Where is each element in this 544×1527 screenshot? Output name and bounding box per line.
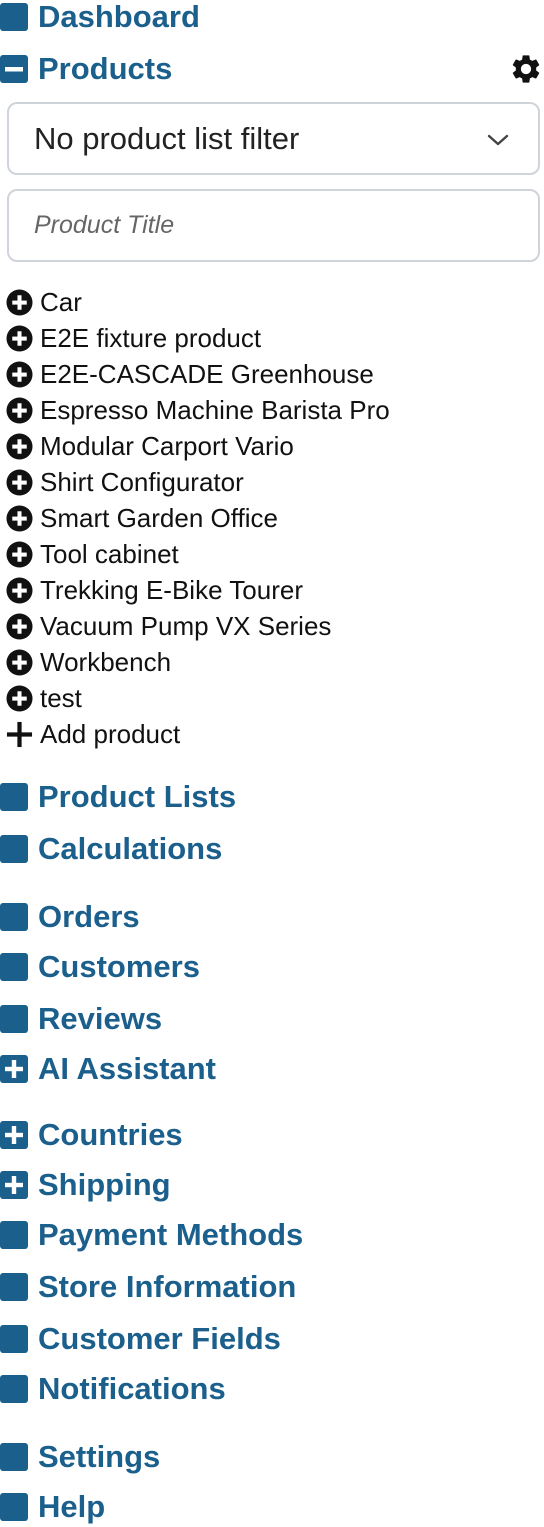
add-product-label: Add product: [40, 719, 181, 749]
nav-label-shipping: Shipping: [38, 1167, 171, 1202]
product-list-filter-select[interactable]: No product list filter: [7, 102, 540, 175]
nav-item-reviews[interactable]: Reviews: [0, 999, 162, 1039]
product-title-input[interactable]: [7, 189, 540, 262]
nav-label-calculations: Calculations: [38, 831, 223, 866]
product-label: Trekking E-Bike Tourer: [40, 575, 303, 605]
nav-item-dashboard[interactable]: Dashboard: [0, 0, 200, 37]
plus-circle-icon: [6, 324, 33, 352]
nav-item-orders[interactable]: Orders: [0, 897, 140, 937]
product-list: Car E2E fixture product E2E-CASCADE Gree…: [6, 284, 390, 716]
nav-item-countries[interactable]: Countries: [0, 1115, 183, 1155]
square-icon: [0, 1375, 28, 1403]
plus-circle-icon: [6, 432, 33, 460]
square-icon: [0, 1493, 28, 1521]
nav-item-help[interactable]: Help: [0, 1487, 105, 1527]
nav-label-store-information: Store Information: [38, 1269, 297, 1304]
plus-circle-icon: [6, 648, 33, 676]
product-item-modular-carport[interactable]: Modular Carport Vario: [6, 428, 390, 464]
plus-icon: [6, 721, 33, 747]
nav-item-customer-fields[interactable]: Customer Fields: [0, 1319, 281, 1359]
square-icon: [0, 953, 28, 981]
minus-square-icon: [0, 55, 28, 83]
product-item-workbench[interactable]: Workbench: [6, 644, 390, 680]
nav-label-help: Help: [38, 1489, 106, 1524]
product-item-vacuum-pump[interactable]: Vacuum Pump VX Series: [6, 608, 390, 644]
product-item-tool-cabinet[interactable]: Tool cabinet: [6, 536, 390, 572]
product-label: E2E fixture product: [40, 323, 262, 353]
product-label: Car: [40, 287, 82, 317]
chevron-down-icon: [487, 134, 509, 146]
plus-circle-icon: [6, 396, 33, 424]
product-item-shirt-configurator[interactable]: Shirt Configurator: [6, 464, 390, 500]
nav-label-notifications: Notifications: [38, 1371, 226, 1406]
square-icon: [0, 783, 28, 811]
nav-label-customers: Customers: [38, 949, 200, 984]
nav-item-settings[interactable]: Settings: [0, 1437, 160, 1477]
nav-label-orders: Orders: [38, 899, 140, 934]
plus-square-icon: [0, 1121, 28, 1149]
plus-circle-icon: [6, 360, 33, 388]
square-icon: [0, 1443, 28, 1471]
nav-item-customers[interactable]: Customers: [0, 947, 200, 987]
product-label: Shirt Configurator: [40, 467, 244, 497]
nav-label-payment-methods: Payment Methods: [38, 1217, 304, 1252]
plus-circle-icon: [6, 612, 33, 640]
product-label: Modular Carport Vario: [40, 431, 294, 461]
nav-label-ai-assistant: AI Assistant: [38, 1051, 217, 1086]
nav-item-calculations[interactable]: Calculations: [0, 829, 222, 869]
plus-circle-icon: [6, 504, 33, 532]
product-label: E2E-CASCADE Greenhouse: [40, 359, 374, 389]
product-label: test: [40, 683, 82, 713]
product-label: Workbench: [40, 647, 172, 677]
product-item-trekking-e-bike[interactable]: Trekking E-Bike Tourer: [6, 572, 390, 608]
square-icon: [0, 835, 28, 863]
gear-icon[interactable]: [509, 52, 543, 86]
square-icon: [0, 3, 28, 31]
product-label: Espresso Machine Barista Pro: [40, 395, 390, 425]
nav-label-product-lists: Product Lists: [38, 779, 237, 814]
nav-item-payment-methods[interactable]: Payment Methods: [0, 1215, 303, 1255]
product-label: Vacuum Pump VX Series: [40, 611, 332, 641]
plus-circle-icon: [6, 468, 33, 496]
square-icon: [0, 1005, 28, 1033]
nav-item-ai-assistant[interactable]: AI Assistant: [0, 1049, 216, 1089]
square-icon: [0, 1273, 28, 1301]
nav-label-dashboard: Dashboard: [38, 0, 200, 34]
add-product-button[interactable]: Add product: [6, 716, 180, 752]
nav-label-reviews: Reviews: [38, 1001, 163, 1036]
square-icon: [0, 1325, 28, 1353]
nav-label-products: Products: [38, 51, 173, 86]
nav-label-settings: Settings: [38, 1439, 161, 1474]
plus-square-icon: [0, 1055, 28, 1083]
nav-item-shipping[interactable]: Shipping: [0, 1165, 171, 1205]
nav-label-countries: Countries: [38, 1117, 183, 1152]
nav-item-notifications[interactable]: Notifications: [0, 1369, 226, 1409]
product-label: Smart Garden Office: [40, 503, 278, 533]
product-item-e2e-fixture-product[interactable]: E2E fixture product: [6, 320, 390, 356]
filter-select-value: No product list filter: [34, 120, 300, 156]
plus-circle-icon: [6, 684, 33, 712]
plus-circle-icon: [6, 288, 33, 316]
product-item-espresso-machine[interactable]: Espresso Machine Barista Pro: [6, 392, 390, 428]
plus-square-icon: [0, 1171, 28, 1199]
nav-label-customer-fields: Customer Fields: [38, 1321, 281, 1356]
nav-item-products[interactable]: Products: [0, 49, 172, 89]
plus-circle-icon: [6, 540, 33, 568]
product-item-car[interactable]: Car: [6, 284, 390, 320]
product-label: Tool cabinet: [40, 539, 179, 569]
nav-item-product-lists[interactable]: Product Lists: [0, 777, 236, 817]
product-item-e2e-cascade-greenhouse[interactable]: E2E-CASCADE Greenhouse: [6, 356, 390, 392]
square-icon: [0, 903, 28, 931]
plus-circle-icon: [6, 576, 33, 604]
square-icon: [0, 1221, 28, 1249]
product-item-smart-garden-office[interactable]: Smart Garden Office: [6, 500, 390, 536]
product-item-test[interactable]: test: [6, 680, 390, 716]
nav-item-store-information[interactable]: Store Information: [0, 1267, 296, 1307]
